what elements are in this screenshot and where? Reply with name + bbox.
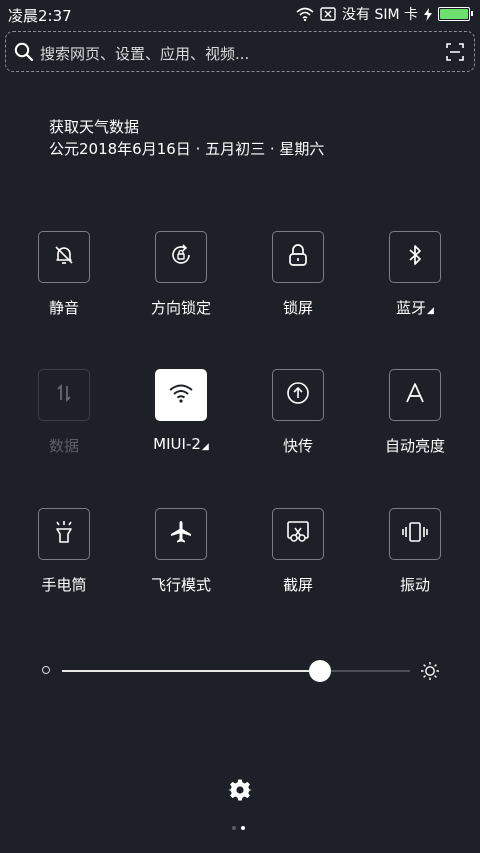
share-upload-icon bbox=[285, 380, 311, 410]
bluetooth-label: 蓝牙 bbox=[396, 299, 427, 317]
search-icon bbox=[14, 42, 34, 66]
weather-title: 获取天气数据 bbox=[49, 118, 140, 136]
tile-label: 方向锁定 bbox=[150, 299, 211, 317]
tile-label: 蓝牙◢ bbox=[360, 297, 470, 318]
battery-tip bbox=[471, 11, 473, 16]
page-dot[interactable] bbox=[241, 826, 245, 830]
settings-gear-icon[interactable] bbox=[228, 778, 252, 806]
tile-quick-share[interactable]: 快传 bbox=[243, 369, 353, 456]
bell-off-icon bbox=[52, 243, 76, 271]
rotation-lock-button[interactable] bbox=[155, 231, 207, 283]
tile-label: 手电筒 bbox=[41, 576, 87, 594]
date-line: 公元2018年6月16日 · 五月初三 · 星期六 bbox=[49, 140, 325, 158]
brightness-low-icon bbox=[42, 666, 50, 674]
tile-label: 数据 bbox=[48, 437, 79, 455]
tile-data[interactable]: 数据 bbox=[9, 369, 119, 456]
tile-airplane-mode[interactable]: 飞行模式 bbox=[126, 508, 236, 595]
wifi-icon bbox=[168, 383, 194, 407]
vibrate-icon bbox=[401, 520, 429, 548]
tile-screenshot[interactable]: 截屏 bbox=[243, 508, 353, 595]
tile-label: 快传 bbox=[282, 437, 313, 455]
airplane-icon bbox=[168, 519, 194, 549]
tile-mute[interactable]: 静音 bbox=[9, 231, 119, 318]
page-indicator bbox=[232, 826, 245, 830]
status-time: 凌晨2:37 bbox=[8, 7, 72, 25]
tile-label: 振动 bbox=[399, 576, 430, 594]
brightness-fill bbox=[62, 670, 320, 672]
vibrate-button[interactable] bbox=[389, 508, 441, 560]
page-dot[interactable] bbox=[232, 826, 236, 830]
charging-icon bbox=[424, 7, 432, 21]
tile-wifi[interactable]: MIUI-2◢ bbox=[126, 369, 236, 453]
no-sim-icon bbox=[320, 7, 336, 21]
wifi-label: MIUI-2 bbox=[153, 435, 201, 453]
brightness-slider[interactable] bbox=[42, 658, 440, 684]
data-arrows-icon bbox=[53, 382, 75, 408]
auto-brightness-icon bbox=[404, 382, 426, 408]
brightness-thumb[interactable] bbox=[308, 660, 331, 682]
expand-arrow-icon: ◢ bbox=[201, 442, 209, 452]
tile-label: 锁屏 bbox=[282, 299, 313, 317]
weather-widget[interactable]: 获取天气数据 公元2018年6月16日 · 五月初三 · 星期六 bbox=[49, 116, 324, 160]
bluetooth-icon bbox=[405, 243, 425, 271]
tile-label: 静音 bbox=[48, 299, 79, 317]
bluetooth-button[interactable] bbox=[389, 231, 441, 283]
airplane-mode-button[interactable] bbox=[155, 508, 207, 560]
battery-icon bbox=[438, 7, 473, 21]
brightness-track[interactable] bbox=[62, 660, 410, 682]
status-icons: 没有 SIM 卡 bbox=[296, 4, 473, 24]
wifi-button[interactable] bbox=[155, 369, 207, 421]
mute-button[interactable] bbox=[38, 231, 90, 283]
tile-label: 截屏 bbox=[282, 576, 313, 594]
tile-bluetooth[interactable]: 蓝牙◢ bbox=[360, 231, 470, 318]
battery-fill bbox=[440, 9, 468, 19]
tile-label: MIUI-2◢ bbox=[126, 435, 236, 453]
screenshot-button[interactable] bbox=[272, 508, 324, 560]
flashlight-button[interactable] bbox=[38, 508, 90, 560]
expand-arrow-icon: ◢ bbox=[427, 306, 434, 316]
tile-flashlight[interactable]: 手电筒 bbox=[9, 508, 119, 595]
rotation-lock-icon bbox=[168, 242, 194, 272]
mobile-data-button[interactable] bbox=[38, 369, 90, 421]
lock-icon bbox=[287, 243, 309, 271]
wifi-signal-icon bbox=[296, 7, 314, 21]
tile-label: 飞行模式 bbox=[150, 576, 211, 594]
sim-status-text: 没有 SIM 卡 bbox=[342, 7, 418, 23]
status-bar: 凌晨2:37 没有 SIM 卡 bbox=[0, 0, 480, 28]
tile-vibrate[interactable]: 振动 bbox=[360, 508, 470, 595]
lock-screen-button[interactable] bbox=[272, 231, 324, 283]
brightness-high-icon bbox=[420, 661, 440, 685]
auto-brightness-button[interactable] bbox=[389, 369, 441, 421]
tile-label: 自动亮度 bbox=[384, 437, 445, 455]
tile-auto-brightness[interactable]: 自动亮度 bbox=[360, 369, 470, 456]
tile-rotation-lock[interactable]: 方向锁定 bbox=[126, 231, 236, 318]
screenshot-icon bbox=[285, 520, 311, 548]
flashlight-icon bbox=[52, 519, 76, 549]
tile-lock-screen[interactable]: 锁屏 bbox=[243, 231, 353, 318]
quick-share-button[interactable] bbox=[272, 369, 324, 421]
search-box[interactable]: 搜索网页、设置、应用、视频... bbox=[5, 31, 475, 72]
search-input[interactable]: 搜索网页、设置、应用、视频... bbox=[40, 43, 249, 64]
scan-icon[interactable] bbox=[446, 43, 464, 65]
